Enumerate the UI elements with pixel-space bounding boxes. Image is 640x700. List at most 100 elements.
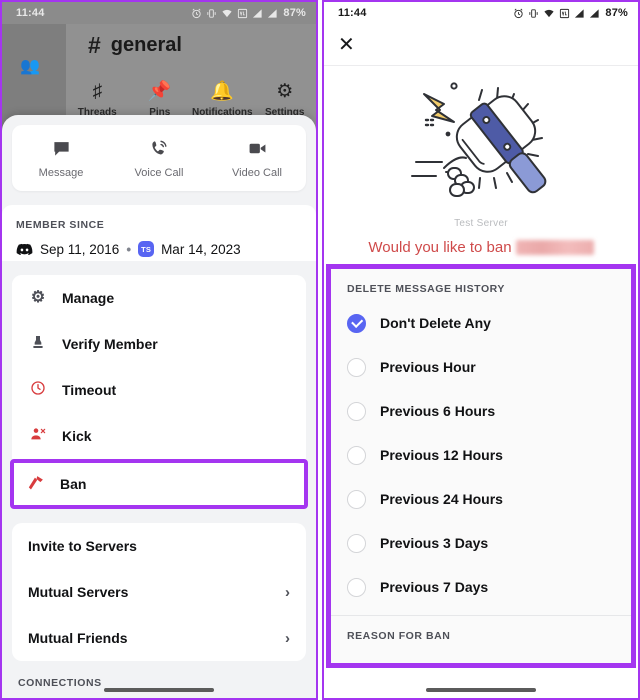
hammer-icon xyxy=(26,474,46,495)
tab-notifications[interactable]: 🔔 Notifications xyxy=(191,82,254,118)
server-name: Test Server xyxy=(324,218,638,229)
alarm-icon xyxy=(191,8,202,19)
person-remove-icon xyxy=(28,426,48,446)
radio-option-previous-6-hours[interactable]: Previous 6 Hours xyxy=(331,389,631,433)
ban-question-text: Would you like to ban xyxy=(368,239,511,256)
member-since-separator: • xyxy=(126,242,131,257)
wifi-icon xyxy=(543,8,555,19)
alarm-icon xyxy=(513,8,524,19)
radio-option-label: Previous Hour xyxy=(380,359,476,375)
delete-history-heading: DELETE MESSAGE HISTORY xyxy=(331,269,631,295)
radio-option-label: Previous 6 Hours xyxy=(380,403,495,419)
delete-history-options: Don't Delete Any Previous Hour Previous … xyxy=(331,295,631,609)
pin-icon: 📌 xyxy=(148,82,172,101)
radio-option-previous-3-days[interactable]: Previous 3 Days xyxy=(331,521,631,565)
battery-percent: 87% xyxy=(605,7,628,19)
radio-icon[interactable] xyxy=(347,578,366,597)
message-button[interactable]: Message xyxy=(12,139,110,179)
menu-item-manage[interactable]: ⚙ Manage xyxy=(12,275,306,321)
menu-item-ban-highlight: Ban xyxy=(10,459,308,509)
bell-icon: 🔔 xyxy=(210,82,234,101)
radio-icon[interactable] xyxy=(347,358,366,377)
links-card: Invite to Servers Mutual Servers › Mutua… xyxy=(12,523,306,661)
vibrate-icon xyxy=(528,8,539,19)
radio-option-previous-12-hours[interactable]: Previous 12 Hours xyxy=(331,433,631,477)
stamp-icon xyxy=(28,334,48,354)
threads-icon: ♯ xyxy=(93,82,103,101)
channel-header: # general xyxy=(88,32,182,59)
signal-icon xyxy=(252,8,263,19)
radio-selected-icon[interactable] xyxy=(347,314,366,333)
link-mutual-servers[interactable]: Mutual Servers › xyxy=(12,569,306,615)
video-call-label: Video Call xyxy=(232,167,282,179)
radio-option-dont-delete-any[interactable]: Don't Delete Any xyxy=(331,301,631,345)
volte-icon xyxy=(559,8,570,19)
screenshot-root: 11:44 87% 👥 xyxy=(0,0,640,700)
voice-call-button[interactable]: Voice Call xyxy=(110,139,208,179)
signal-icon xyxy=(589,8,600,19)
volte-icon xyxy=(237,8,248,19)
video-call-button[interactable]: Video Call xyxy=(208,139,306,179)
status-bar-right: 11:44 87% xyxy=(324,2,638,24)
tab-threads[interactable]: ♯ Threads xyxy=(66,82,129,118)
radio-option-label: Previous 12 Hours xyxy=(380,447,503,463)
redacted-username xyxy=(516,240,594,255)
video-call-icon xyxy=(248,139,267,158)
message-icon xyxy=(52,139,71,158)
right-phone-panel: 11:44 87% ✕ xyxy=(322,0,640,700)
link-mutual-friends[interactable]: Mutual Friends › xyxy=(12,615,306,661)
tab-settings[interactable]: ⚙ Settings xyxy=(254,82,317,118)
menu-item-verify-member-label: Verify Member xyxy=(62,336,158,352)
channel-name: general xyxy=(111,34,182,57)
delete-history-highlight: DELETE MESSAGE HISTORY Don't Delete Any … xyxy=(326,264,636,668)
radio-icon[interactable] xyxy=(347,446,366,465)
member-bottom-sheet: Message Voice Call Video Call MEMBER SIN… xyxy=(2,115,316,698)
voice-call-label: Voice Call xyxy=(135,167,184,179)
ban-dialog-header: ✕ xyxy=(324,24,638,66)
connections-heading: CONNECTIONS xyxy=(2,661,316,689)
discord-logo-icon xyxy=(16,243,33,256)
radio-icon[interactable] xyxy=(347,534,366,553)
vibrate-icon xyxy=(206,8,217,19)
signal-icon xyxy=(267,8,278,19)
channel-tab-bar: ♯ Threads 📌 Pins 🔔 Notifications ⚙ Setti… xyxy=(66,82,316,118)
signal-icon xyxy=(574,8,585,19)
status-time: 11:44 xyxy=(338,7,367,19)
radio-option-previous-24-hours[interactable]: Previous 24 Hours xyxy=(331,477,631,521)
member-since-card: MEMBER SINCE Sep 11, 2016 • TS Mar 14, 2… xyxy=(2,205,316,261)
ban-question: Would you like to ban xyxy=(324,239,638,256)
discord-join-date: Sep 11, 2016 xyxy=(40,242,119,257)
gear-icon: ⚙ xyxy=(276,82,293,101)
menu-item-kick-label: Kick xyxy=(62,428,92,444)
radio-option-previous-hour[interactable]: Previous Hour xyxy=(331,345,631,389)
radio-icon[interactable] xyxy=(347,490,366,509)
quick-actions-card: Message Voice Call Video Call xyxy=(12,125,306,191)
menu-item-timeout[interactable]: Timeout xyxy=(12,367,306,413)
moderation-menu-card: ⚙ Manage Verify Member Timeout xyxy=(12,275,306,459)
status-bar-left: 11:44 87% xyxy=(2,2,316,24)
ban-hammer-illustration xyxy=(324,66,638,218)
radio-icon[interactable] xyxy=(347,402,366,421)
menu-item-ban[interactable]: Ban xyxy=(14,463,304,505)
radio-option-previous-7-days[interactable]: Previous 7 Days xyxy=(331,565,631,609)
members-icon: 👥 xyxy=(20,56,40,76)
close-icon[interactable]: ✕ xyxy=(338,35,355,55)
left-phone-panel: 11:44 87% 👥 xyxy=(0,0,318,700)
message-label: Message xyxy=(39,167,84,179)
server-avatar: TS xyxy=(138,241,154,257)
gear-icon: ⚙ xyxy=(28,290,48,306)
link-invite-to-servers-label: Invite to Servers xyxy=(28,538,137,554)
tab-pins[interactable]: 📌 Pins xyxy=(129,82,192,118)
battery-percent: 87% xyxy=(283,7,306,19)
link-invite-to-servers[interactable]: Invite to Servers xyxy=(12,523,306,569)
wifi-icon xyxy=(221,8,233,19)
server-join-date: Mar 14, 2023 xyxy=(161,242,241,257)
radio-option-label: Don't Delete Any xyxy=(380,315,491,331)
menu-item-ban-label: Ban xyxy=(60,476,86,492)
home-indicator-right xyxy=(324,688,638,692)
menu-item-kick[interactable]: Kick xyxy=(12,413,306,459)
chevron-right-icon: › xyxy=(285,630,290,647)
chevron-right-icon: › xyxy=(285,584,290,601)
radio-option-label: Previous 24 Hours xyxy=(380,491,503,507)
menu-item-verify-member[interactable]: Verify Member xyxy=(12,321,306,367)
